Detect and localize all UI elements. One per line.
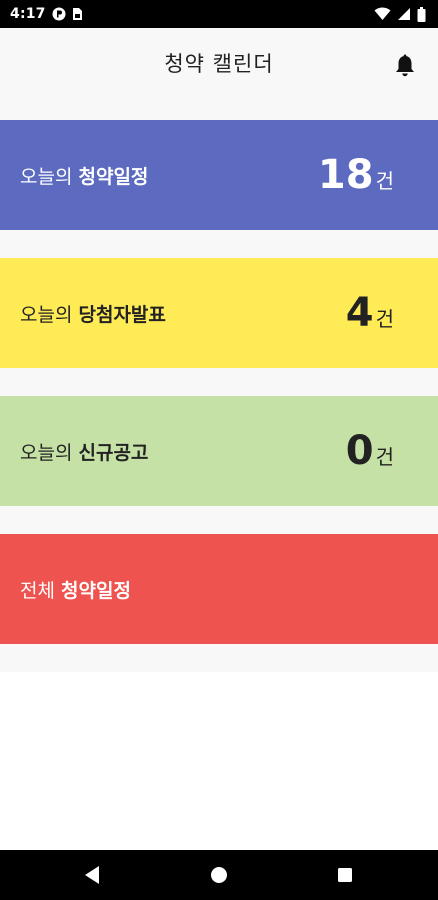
card-count-group: 4건 xyxy=(346,293,394,333)
today-subscription-schedule-card[interactable]: 오늘의 청약일정 18 건 xyxy=(0,120,438,230)
recent-apps-icon[interactable] xyxy=(333,863,357,887)
card-label: 오늘의 신규공고 xyxy=(20,438,148,465)
card-count-group: 18 건 xyxy=(318,155,394,195)
card-title: 당첨자발표 xyxy=(78,303,166,326)
today-new-notice-card[interactable]: 오늘의 신규공고 0건 xyxy=(0,396,438,506)
status-right xyxy=(374,6,426,22)
wifi-icon xyxy=(374,7,391,21)
status-left: 4:17 xyxy=(10,6,83,22)
card-title: 청약일정 xyxy=(61,579,131,602)
status-time: 4:17 xyxy=(10,6,46,22)
signal-icon xyxy=(397,7,411,21)
navigation-bar xyxy=(0,850,438,900)
card-prefix: 전체 xyxy=(20,579,61,602)
all-subscription-schedule-card[interactable]: 전체 청약일정 xyxy=(0,534,438,644)
sim-card-icon xyxy=(72,7,83,21)
card-title: 청약일정 xyxy=(78,165,149,188)
card-count: 0 xyxy=(345,428,374,474)
bell-icon[interactable] xyxy=(394,54,416,78)
today-winner-announcement-card[interactable]: 오늘의 당첨자발표 4건 xyxy=(0,258,438,368)
card-title: 신규공고 xyxy=(78,441,149,464)
card-prefix: 오늘의 xyxy=(20,441,79,464)
status-bar: 4:17 xyxy=(0,0,438,28)
card-count: 18 xyxy=(317,152,374,198)
main-content: 청약 캘린더 오늘의 청약일정 18 건 오늘의 당첨자발표 4건 오늘의 신규공… xyxy=(0,28,438,672)
back-icon[interactable] xyxy=(80,863,104,887)
card-count-group: 0건 xyxy=(346,431,394,471)
card-unit: 건 xyxy=(375,169,394,193)
battery-icon xyxy=(417,6,426,22)
page-title: 청약 캘린더 xyxy=(164,52,274,76)
card-label: 전체 청약일정 xyxy=(20,576,131,603)
card-unit: 건 xyxy=(375,307,394,331)
card-label: 오늘의 당첨자발표 xyxy=(20,300,166,327)
card-prefix: 오늘의 xyxy=(20,303,79,326)
card-unit: 건 xyxy=(375,445,394,469)
pocket-icon xyxy=(52,7,66,21)
card-prefix: 오늘의 xyxy=(20,165,79,188)
card-count: 4 xyxy=(345,290,374,336)
home-icon[interactable] xyxy=(207,863,231,887)
app-bar: 청약 캘린더 xyxy=(0,28,438,100)
card-label: 오늘의 청약일정 xyxy=(20,162,148,189)
